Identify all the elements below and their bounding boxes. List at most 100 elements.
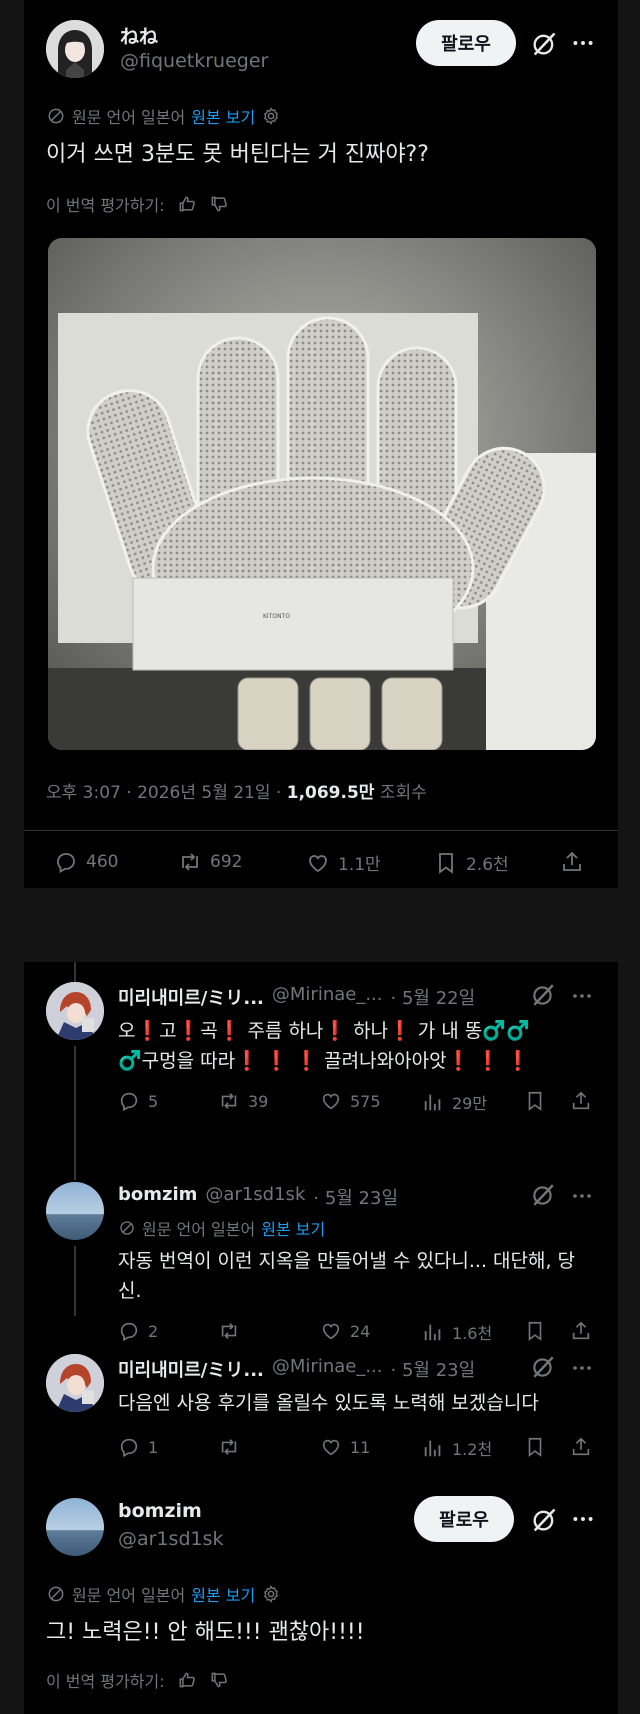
- thumbs-up-icon[interactable]: [177, 1670, 197, 1690]
- reply-author-handle[interactable]: @Mirinae_...: [272, 984, 383, 1010]
- like-count: 575: [350, 1091, 381, 1111]
- final-reply-author-handle[interactable]: @ar1sd1sk: [118, 1528, 224, 1550]
- like-button[interactable]: 11: [320, 1436, 370, 1458]
- translation-notice: 원문 언어 일본어 원본 보기: [46, 104, 281, 128]
- settings-gear-icon[interactable]: [261, 106, 281, 126]
- retweet-count: 39: [248, 1091, 269, 1111]
- retweet-button[interactable]: 692: [178, 850, 242, 874]
- thumbs-up-icon[interactable]: [177, 194, 197, 214]
- reply-avatar[interactable]: [46, 1182, 104, 1240]
- photo-brand-text: KITONTO: [263, 613, 290, 620]
- show-original-link[interactable]: 원본 보기: [261, 1216, 325, 1240]
- reply-button[interactable]: 1: [118, 1436, 158, 1458]
- reply-text-line: ♂️구멍을 따라❗ ❗ ❗ 끌려나와아아앗❗ ❗ ❗: [118, 1050, 530, 1072]
- grok-icon[interactable]: [530, 1182, 556, 1208]
- tweet-timestamp[interactable]: 오후 3:07 · 2026년 5월 21일 ·: [46, 783, 287, 803]
- translation-notice: 원문 언어 일본어 원본 보기: [46, 1582, 281, 1606]
- final-reply-text: 그! 노력은!! 안 해도!!! 괜찮아!!!!: [46, 1620, 365, 1645]
- thread-line: [74, 962, 76, 982]
- grok-icon[interactable]: [530, 1506, 558, 1534]
- reply-count: 5: [148, 1091, 159, 1111]
- author-name[interactable]: ねね: [120, 22, 158, 49]
- translation-prefix: 원문 언어 일본어: [72, 108, 186, 127]
- share-icon[interactable]: [570, 1090, 592, 1112]
- reply-date[interactable]: · 5월 23일: [313, 1184, 398, 1210]
- like-button[interactable]: 24: [320, 1320, 370, 1342]
- like-count: 1.1만: [338, 855, 381, 875]
- reply-icon: [118, 1436, 140, 1458]
- bookmark-icon[interactable]: [524, 1436, 546, 1458]
- share-icon: [560, 850, 584, 874]
- reply-date[interactable]: · 5월 22일: [391, 984, 476, 1010]
- reply-text-line: 다음엔 사용 후기를 올릴수 있도록 노력해 보겠습니다: [118, 1392, 539, 1414]
- bookmark-button[interactable]: 2.6천: [434, 850, 509, 875]
- thumbs-down-icon[interactable]: [209, 1670, 229, 1690]
- more-icon[interactable]: [570, 1184, 594, 1208]
- show-original-link[interactable]: 원본 보기: [191, 104, 255, 128]
- reply-avatar[interactable]: [46, 982, 104, 1040]
- views-icon: [422, 1321, 444, 1343]
- views-button[interactable]: 29만: [422, 1090, 487, 1114]
- main-tweet-card: ねね @fiquetkrueger 팔로우 원문 언어 일본어 원본 보기 이거…: [24, 0, 618, 888]
- grok-icon[interactable]: [530, 982, 556, 1008]
- translation-prefix: 원문 언어 일본어: [72, 1586, 186, 1605]
- bookmark-icon[interactable]: [524, 1090, 546, 1112]
- replies-card: 미리내미르/ミリ... @Mirinae_... · 5월 22일 오❗고❗곡❗…: [24, 962, 618, 1714]
- tweet-photo[interactable]: KITONTO: [48, 238, 596, 750]
- heart-icon: [306, 851, 330, 875]
- reply-icon: [118, 1090, 140, 1112]
- reply-button[interactable]: 5: [118, 1090, 158, 1112]
- final-reply-author-name[interactable]: bomzim: [118, 1500, 202, 1522]
- more-icon[interactable]: [570, 30, 596, 56]
- view-count: 1,069.5만: [286, 783, 375, 803]
- views-button[interactable]: 1.6천: [422, 1320, 492, 1344]
- views-icon: [422, 1091, 444, 1113]
- translation-notice: 원문 언어 일본어 원본 보기: [118, 1216, 325, 1240]
- views-button[interactable]: 1.2천: [422, 1436, 492, 1460]
- heart-icon: [320, 1320, 342, 1342]
- final-reply-avatar[interactable]: [46, 1498, 104, 1556]
- more-icon[interactable]: [570, 1356, 594, 1380]
- grok-icon[interactable]: [530, 30, 558, 58]
- translate-icon: [46, 106, 66, 126]
- bookmark-icon: [434, 851, 458, 875]
- reply-button[interactable]: 2: [118, 1320, 158, 1342]
- reply-button[interactable]: 460: [54, 850, 118, 874]
- show-original-link[interactable]: 원본 보기: [191, 1582, 255, 1606]
- heart-icon: [320, 1090, 342, 1112]
- reply-author-handle[interactable]: @ar1sd1sk: [205, 1184, 305, 1210]
- reply-text-line: 신.: [118, 1280, 142, 1302]
- follow-button[interactable]: 팔로우: [414, 1496, 514, 1542]
- view-count-label: 조회수: [374, 783, 427, 803]
- more-icon[interactable]: [570, 1506, 596, 1532]
- retweet-button[interactable]: [218, 1436, 248, 1458]
- bookmark-icon[interactable]: [524, 1320, 546, 1342]
- reply-text-line: 자동 번역이 이런 지옥을 만들어낼 수 있다니... 대단해, 당: [118, 1250, 576, 1272]
- retweet-button[interactable]: [218, 1320, 248, 1342]
- reply-icon: [118, 1320, 140, 1342]
- author-handle[interactable]: @fiquetkrueger: [120, 50, 268, 72]
- share-button[interactable]: [560, 850, 584, 874]
- reply-text-line: 오❗고❗곡❗ 주름 하나❗ 하나❗ 가 내 똥♂️♂️: [118, 1020, 530, 1042]
- reply-author-name[interactable]: 미리내미르/ミリ...: [118, 984, 264, 1010]
- like-count: 24: [350, 1321, 371, 1341]
- rate-translation-label: 이 번역 평가하기:: [46, 1672, 165, 1691]
- retweet-button[interactable]: 39: [218, 1090, 268, 1112]
- reply-author-handle[interactable]: @Mirinae_...: [272, 1356, 383, 1382]
- grok-icon[interactable]: [530, 1354, 556, 1380]
- reply-count: 1: [148, 1437, 159, 1457]
- follow-button[interactable]: 팔로우: [416, 20, 516, 66]
- thumbs-down-icon[interactable]: [209, 194, 229, 214]
- author-avatar[interactable]: [46, 20, 104, 78]
- like-button[interactable]: 575: [320, 1090, 381, 1112]
- share-icon[interactable]: [570, 1436, 592, 1458]
- reply-date[interactable]: · 5월 23일: [391, 1356, 476, 1382]
- reply-header: 미리내미르/ミリ... @Mirinae_... · 5월 22일: [118, 984, 475, 1010]
- more-icon[interactable]: [570, 984, 594, 1008]
- like-button[interactable]: 1.1만: [306, 850, 381, 875]
- reply-author-name[interactable]: 미리내미르/ミリ...: [118, 1356, 264, 1382]
- share-icon[interactable]: [570, 1320, 592, 1342]
- reply-author-name[interactable]: bomzim: [118, 1184, 197, 1210]
- settings-gear-icon[interactable]: [261, 1584, 281, 1604]
- reply-avatar[interactable]: [46, 1354, 104, 1412]
